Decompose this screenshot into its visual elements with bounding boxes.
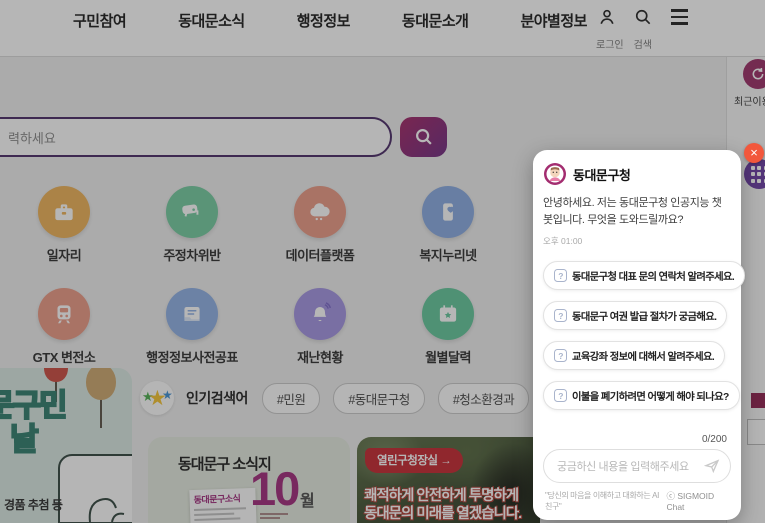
suggestion-passport-process[interactable]: ? 동대문구 여권 발급 절차가 궁금해요. (543, 301, 727, 330)
suggestion-education-courses[interactable]: ? 교육강좌 정보에 대해서 알려주세요. (543, 341, 725, 370)
char-counter: 0/200 (543, 434, 731, 445)
chatbot-suggestions: ? 동대문구청 대표 문의 연락처 알려주세요. ? 동대문구 여권 발급 절차… (543, 261, 731, 410)
chatbot-message-input[interactable]: 궁금하신 내용을 입력해주세요 (543, 449, 731, 483)
question-icon: ? (554, 349, 567, 362)
chatbot-avatar (543, 162, 567, 186)
question-icon: ? (554, 389, 567, 402)
send-icon[interactable] (704, 458, 720, 474)
chatbot-close-button[interactable]: × (744, 143, 764, 163)
chatbot-vendor: ⓒ SIGMOID Chat (666, 490, 729, 512)
dongdaemun-gu-portal: 구민참여 동대문소식 행정정보 동대문소개 분야별정보 로그인 검색 최근이용 (0, 0, 765, 523)
chatbot-greeting-message: 안녕하세요. 저는 동대문구청 인공지능 챗봇입니다. 무엇을 도와드릴까요? (543, 195, 729, 229)
question-icon: ? (554, 269, 567, 282)
chatbot-tagline: "당신의 마음을 이해하고 대화하는 AI 친구" (545, 490, 666, 512)
chatbot-input-area: 0/200 궁금하신 내용을 입력해주세요 "당신의 마음을 이해하고 대화하는… (543, 434, 731, 512)
chatbot-footer: "당신의 마음을 이해하고 대화하는 AI 친구" ⓒ SIGMOID Chat (543, 490, 731, 512)
suggestion-contact-info[interactable]: ? 동대문구청 대표 문의 연락처 알려주세요. (543, 261, 745, 290)
chatbot-title: 동대문구청 (573, 165, 630, 184)
question-icon: ? (554, 309, 567, 322)
chatbot-header: 동대문구청 (543, 162, 731, 186)
chatbot-timestamp: 오후 01:00 (543, 235, 731, 247)
chatbot-panel: 동대문구청 안녕하세요. 저는 동대문구청 인공지능 챗봇입니다. 무엇을 도와… (533, 150, 741, 520)
suggestion-blanket-disposal[interactable]: ? 이불을 폐기하려면 어떻게 해야 되나요? (543, 381, 740, 410)
chatbot-input-placeholder: 궁금하신 내용을 입력해주세요 (557, 458, 704, 474)
